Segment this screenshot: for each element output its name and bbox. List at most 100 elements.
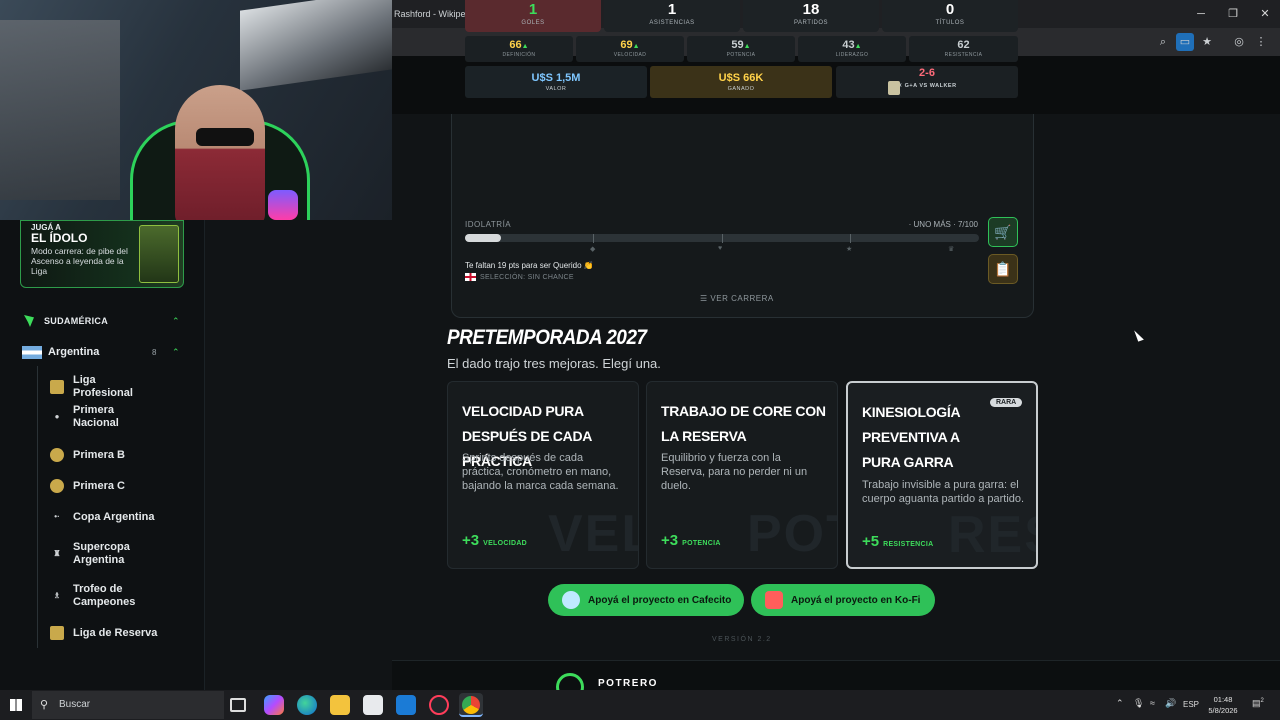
region-pin-icon bbox=[24, 315, 34, 327]
maximize-button[interactable]: ❐ bbox=[1222, 4, 1244, 24]
profile-icon[interactable]: ◎ bbox=[1230, 33, 1248, 51]
attr-label: VELOCIDAD bbox=[613, 52, 647, 58]
zoom-icon[interactable]: ⌕ bbox=[1154, 33, 1172, 51]
country-argentina[interactable]: Argentina 8 bbox=[22, 344, 156, 360]
arrow-up-icon: ▲ bbox=[521, 43, 529, 50]
sidebar-item-trofeo-de-campeones[interactable]: ♗ Trofeo de Campeones bbox=[50, 583, 153, 609]
england-flag-icon bbox=[465, 273, 476, 281]
ver-carrera-link[interactable]: ☰ VER CARRERA bbox=[700, 294, 774, 303]
taskbar-search[interactable]: ⚲ Buscar bbox=[32, 691, 224, 719]
league-label: Primera C bbox=[73, 479, 125, 492]
kofi-label: Apoyá el proyecto en Ko-Fi bbox=[791, 594, 921, 606]
country-count: 8 bbox=[152, 347, 157, 357]
argentina-flag-icon bbox=[22, 345, 42, 359]
seleccion-status: SELECCIÓN: SIN CHANCE bbox=[465, 273, 574, 281]
shop-cart-button[interactable]: 🛒 bbox=[988, 217, 1018, 247]
option-card-potencia[interactable]: POT TRABAJO DE CORE CON LA RESERVA Equil… bbox=[646, 381, 838, 569]
network-icon[interactable]: ≈ bbox=[1150, 698, 1155, 708]
league-crest-icon bbox=[50, 479, 64, 493]
attr-value: 69 bbox=[620, 39, 633, 51]
sidebar-item-liga-de-reserva[interactable]: Liga de Reserva bbox=[50, 626, 183, 640]
start-button[interactable] bbox=[0, 690, 32, 720]
ganado-value: U$S 66K bbox=[718, 72, 764, 84]
career-card bbox=[451, 114, 1034, 318]
notification-icon[interactable]: ▤2 bbox=[1252, 698, 1264, 709]
option-description: Trabajo invisible a pura garra: el cuerp… bbox=[862, 479, 1025, 505]
sidebar-item-primera-nacional[interactable]: ● Primera Nacional bbox=[50, 404, 153, 430]
region-sudamerica[interactable]: SUDAMÉRICA bbox=[24, 313, 108, 329]
stat-label: GOLES bbox=[521, 20, 545, 26]
clock-time: 01:48 bbox=[1213, 695, 1233, 704]
sidebar-item-copa-argentina[interactable]: •· Copa Argentina bbox=[50, 510, 183, 524]
chevron-up-icon[interactable]: ⌃ bbox=[172, 316, 180, 327]
option-card-resistencia[interactable]: RES RARA KINESIOLOGÍA PREVENTIVA A PURA … bbox=[846, 381, 1038, 569]
ganado-label: GANADO bbox=[727, 86, 755, 92]
stat-asistencias: 1 ASISTENCIAS bbox=[604, 0, 740, 32]
league-crest-icon bbox=[50, 626, 64, 640]
milestone-diamond-icon: ◆ bbox=[590, 246, 596, 253]
microphone-icon[interactable]: 🎙 bbox=[1133, 698, 1144, 709]
chevron-up-icon[interactable]: ⌃ bbox=[1116, 698, 1124, 709]
option-title: TRABAJO DE CORE CON LA RESERVA bbox=[661, 403, 826, 444]
option-description: Sprints después de cada práctica, cronóm… bbox=[462, 452, 619, 492]
search-placeholder: Buscar bbox=[59, 699, 91, 710]
obs-icon[interactable] bbox=[429, 695, 449, 715]
tree-line bbox=[37, 366, 38, 648]
windows-taskbar: ⚲ Buscar ⌃ 🎙 ≈ 🔊 ESP 01:48 5/8/2026 ▤2 bbox=[0, 690, 1280, 720]
kebab-menu-icon[interactable]: ⋮ bbox=[1252, 33, 1270, 51]
task-view-icon[interactable] bbox=[230, 698, 246, 712]
taskbar-clock[interactable]: 01:48 5/8/2026 bbox=[1202, 694, 1244, 716]
bookmark-star-icon[interactable]: ★ bbox=[1198, 33, 1216, 51]
attr-definicion: 66▲ DEFINICIÓN bbox=[465, 36, 573, 62]
list-icon: ☰ bbox=[700, 294, 708, 303]
league-ball-icon: ● bbox=[54, 412, 60, 421]
milestone-crown-icon: ♛ bbox=[948, 246, 955, 253]
volume-icon[interactable]: 🔊 bbox=[1165, 698, 1176, 709]
option-stat: RESISTENCIA bbox=[883, 541, 934, 548]
option-watermark: POT bbox=[747, 505, 837, 563]
edge-icon[interactable] bbox=[297, 695, 317, 715]
stat-label: TÍTULOS bbox=[935, 20, 965, 26]
attr-liderazgo: 43▲ LIDERAZGO bbox=[798, 36, 906, 62]
kofi-button[interactable]: Apoyá el proyecto en Ko-Fi bbox=[751, 584, 935, 616]
sidebar-item-primera-c[interactable]: Primera C bbox=[50, 479, 153, 493]
cup-icon: •· bbox=[54, 512, 60, 521]
chevron-up-icon[interactable]: ⌃ bbox=[172, 347, 180, 358]
idolo-promo-card[interactable]: JUGÁ A EL ÍDOLO Modo carrera: de pibe de… bbox=[20, 220, 184, 288]
stat-label: PARTIDOS bbox=[793, 20, 829, 26]
minimize-button[interactable]: ─ bbox=[1190, 4, 1212, 24]
arrow-up-icon: ▲ bbox=[854, 43, 862, 50]
notification-count: 2 bbox=[1260, 698, 1264, 704]
option-stat: POTENCIA bbox=[682, 540, 721, 547]
attr-label: DEFINICIÓN bbox=[502, 52, 536, 58]
clock-date: 5/8/2026 bbox=[1208, 706, 1238, 715]
sidebar-item-supercopa-argentina[interactable]: ♜ Supercopa Argentina bbox=[50, 541, 153, 567]
option-card-velocidad[interactable]: VEL VELOCIDAD PURA DESPUÉS DE CADA PRÁCT… bbox=[447, 381, 639, 569]
milestone-tick bbox=[850, 234, 851, 243]
attr-value: 43 bbox=[842, 39, 855, 51]
sidebar: JUGÁ A EL ÍDOLO Modo carrera: de pibe de… bbox=[0, 220, 205, 690]
store-icon[interactable] bbox=[363, 695, 383, 715]
stat-value: 18 bbox=[802, 1, 820, 18]
trophy-icon: ♗ bbox=[53, 591, 61, 600]
promo-description: Modo carrera: de pibe del Ascenso a leye… bbox=[31, 246, 128, 276]
cast-icon[interactable]: ▭ bbox=[1176, 33, 1194, 51]
mail-icon[interactable] bbox=[396, 695, 416, 715]
windows-logo-icon bbox=[10, 699, 22, 711]
file-explorer-icon[interactable] bbox=[330, 695, 350, 715]
stat-goles: 1 GOLES bbox=[465, 0, 601, 32]
sidebar-item-primera-b[interactable]: Primera B bbox=[50, 448, 153, 462]
cafecito-button[interactable]: Apoyá el proyecto en Cafecito bbox=[548, 584, 744, 616]
chrome-taskbar-item[interactable] bbox=[459, 693, 483, 717]
close-window-button[interactable]: ✕ bbox=[1254, 4, 1276, 24]
ganado-box: U$S 66K GANADO bbox=[650, 66, 832, 98]
idolatria-label: IDOLATRÍA bbox=[465, 220, 512, 229]
attr-resistencia: 62 RESISTENCIA bbox=[909, 36, 1018, 62]
language-indicator[interactable]: ESP bbox=[1183, 700, 1199, 709]
clipboard-button[interactable]: 📋 bbox=[988, 254, 1018, 284]
arrow-up-icon: ▲ bbox=[743, 43, 751, 50]
sidebar-item-liga-profesional[interactable]: Liga Profesional bbox=[50, 374, 153, 400]
copilot-icon[interactable] bbox=[264, 695, 284, 715]
stat-value: 1 bbox=[667, 1, 677, 18]
attr-velocidad: 69▲ VELOCIDAD bbox=[576, 36, 684, 62]
